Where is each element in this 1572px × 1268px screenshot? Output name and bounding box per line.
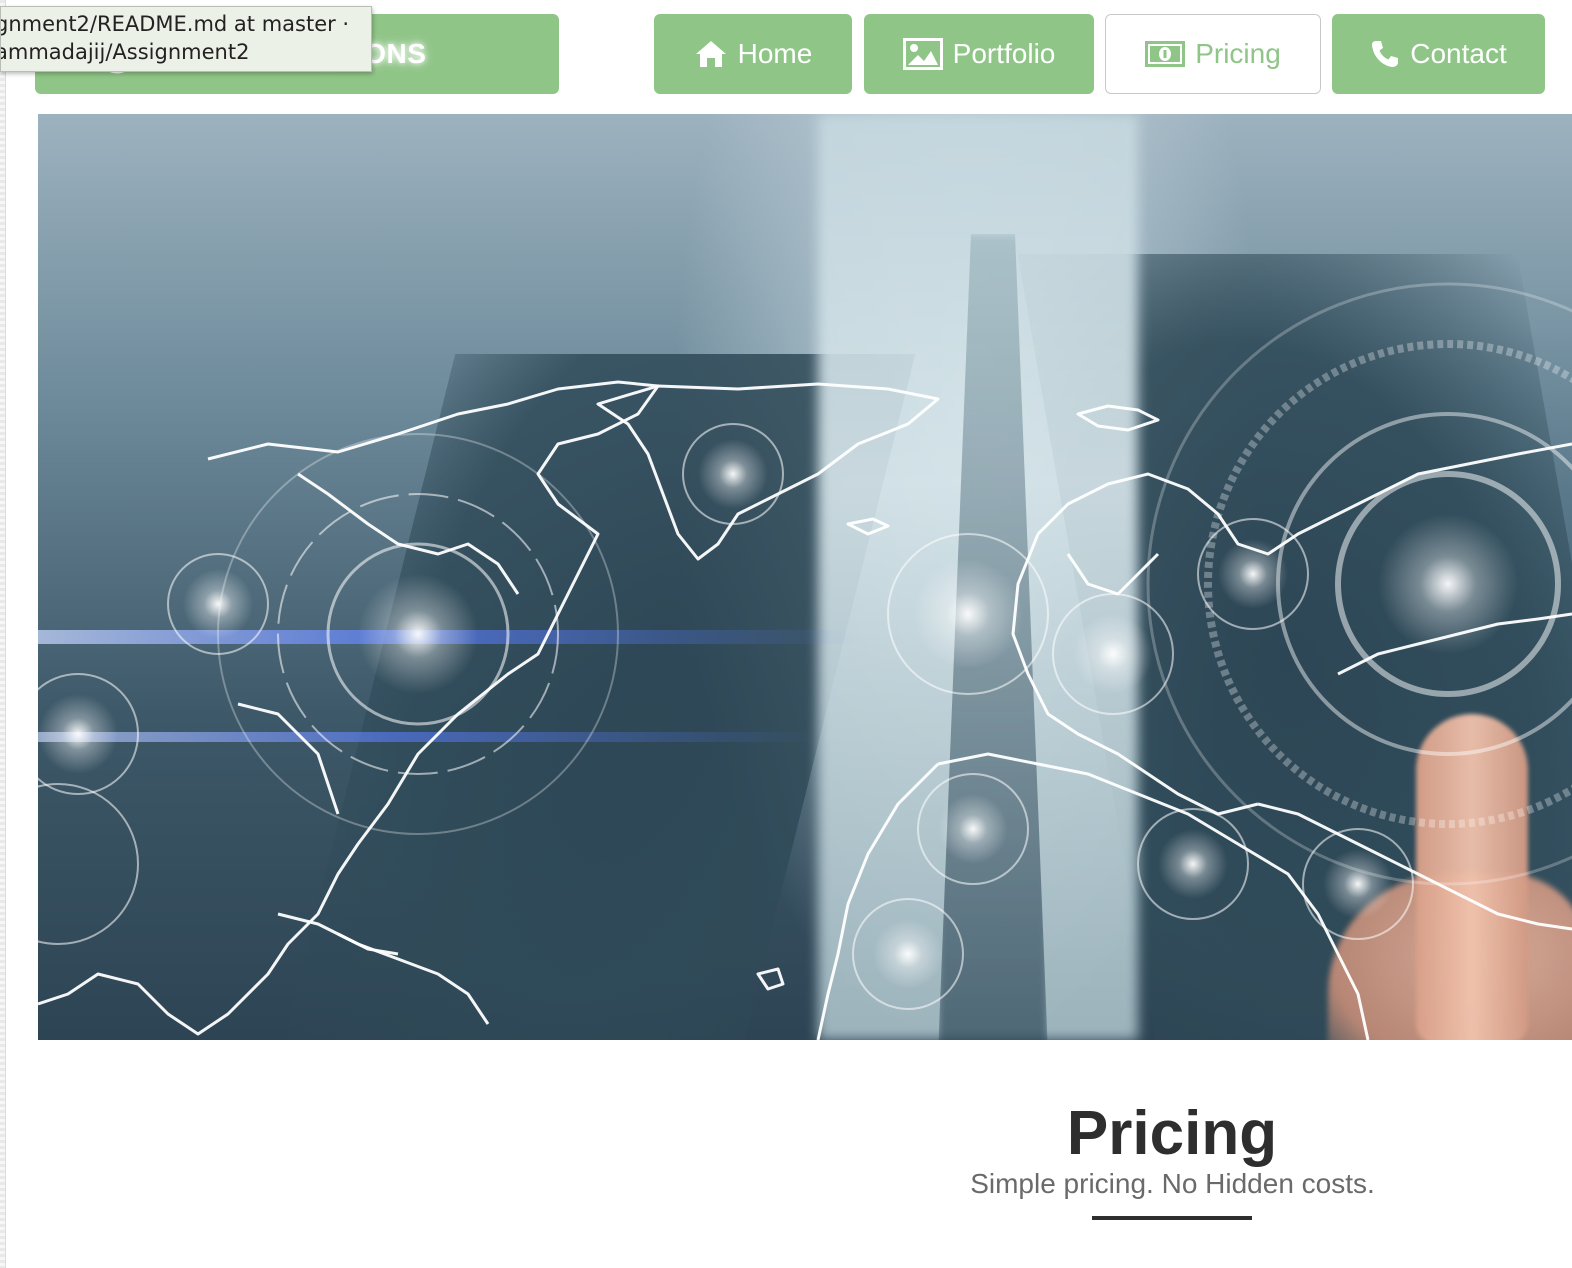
world-map-overlay [38,282,1572,1040]
nav-home-label: Home [737,38,813,69]
nav-contact-label: Contact [1410,38,1507,69]
nav-contact-button[interactable]: Contact [1332,14,1545,94]
hero-banner-image [38,114,1572,1040]
pricing-section-subtitle: Simple pricing. No Hidden costs. [970,1168,1375,1199]
home-icon [695,41,726,67]
nav-pricing-button[interactable]: Pricing [1105,14,1321,94]
page-left-edge [0,0,6,1268]
money-icon [1145,41,1186,67]
phone-icon [1372,41,1399,67]
pricing-section-title: Pricing [1066,1099,1278,1168]
nav-portfolio-button[interactable]: Portfolio [864,14,1094,94]
nav-portfolio-label: Portfolio [952,38,1056,69]
tooltip-line-2: ammadajij/Assignment2 [0,40,250,64]
pricing-title-underline [1092,1216,1252,1220]
tooltip-line-1: gnment2/README.md at master · [0,12,350,36]
link-tooltip: gnment2/README.md at master · ammadajij/… [0,6,372,72]
nav-pricing-label: Pricing [1195,38,1281,69]
image-icon [902,38,943,70]
nav-home-button[interactable]: Home [654,14,852,94]
